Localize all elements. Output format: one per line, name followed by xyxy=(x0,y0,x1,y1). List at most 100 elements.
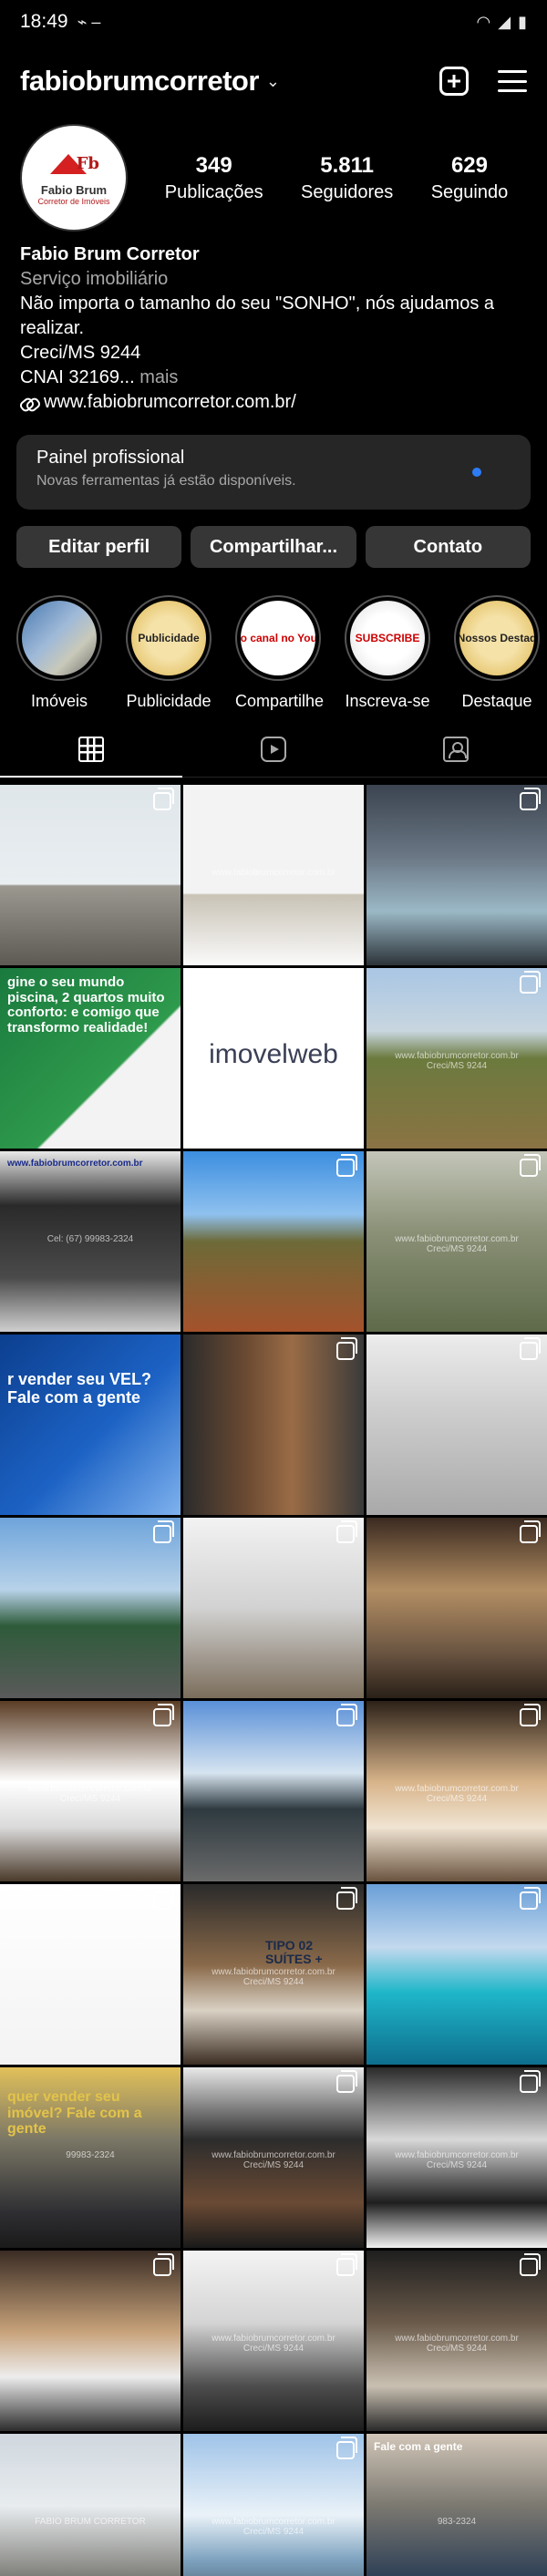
post-thumbnail[interactable] xyxy=(0,2251,181,2431)
posts-grid: www.fabiobrumcorretor.com.br gine o seu m… xyxy=(0,778,547,2576)
post-thumbnail[interactable]: imovelweb xyxy=(183,968,364,1149)
carousel-icon xyxy=(336,971,357,994)
post-thumbnail[interactable] xyxy=(183,1151,364,1332)
bio-line: Creci/MS 9244 xyxy=(20,343,141,363)
tagged-icon xyxy=(443,736,469,762)
post-thumbnail[interactable]: quer vender seu imóvel? Fale com a gente… xyxy=(0,2067,181,2248)
carousel-icon xyxy=(153,788,174,810)
carousel-icon xyxy=(336,2437,357,2459)
post-thumbnail[interactable]: r vender seu VEL? Fale com a gente xyxy=(0,1334,181,1515)
highlight-compartilhe[interactable]: Nosso canal no YouTube Compartilhe xyxy=(235,595,324,721)
highlight-inscreva-se[interactable]: SUBSCRIBE Inscreva-se xyxy=(345,595,430,721)
profile-summary: Fb Fabio Brum Corretor de Imóveis 349 Pu… xyxy=(0,118,547,232)
post-caption: imovelweb xyxy=(209,1039,338,1069)
stat-followers[interactable]: 5.811 Seguidores xyxy=(301,153,393,203)
carousel-icon xyxy=(153,1520,174,1543)
notification-icons: ⌁ – xyxy=(77,12,101,31)
post-thumbnail[interactable]: www.fabiobrumcorretor.com.br Cel: (67) 99… xyxy=(0,1151,181,1332)
clock: 18:49 xyxy=(20,11,68,32)
post-thumbnail[interactable] xyxy=(366,1334,547,1515)
tab-reels[interactable] xyxy=(182,721,365,777)
bio-line: CNAI 32169... xyxy=(20,367,135,387)
battery-icon: ▮ xyxy=(518,12,527,31)
post-watermark: www.fabiobrumcorretor.com.br Creci/MS 92… xyxy=(212,2334,335,2354)
carousel-icon xyxy=(336,1520,357,1543)
carousel-icon xyxy=(520,1887,541,1910)
contact-button[interactable]: Contato xyxy=(365,526,531,568)
tab-tagged[interactable] xyxy=(365,721,547,777)
post-thumbnail[interactable] xyxy=(366,1518,547,1698)
carousel-icon xyxy=(520,1337,541,1360)
post-thumbnail[interactable]: www.fabiobrumcorretor.com.br Creci/MS 92… xyxy=(366,1151,547,1332)
post-watermark: www.fabiobrumcorretor.com.br Creci/MS 92… xyxy=(395,2334,519,2354)
carousel-icon xyxy=(520,788,541,810)
notification-dot xyxy=(472,468,481,477)
post-thumbnail[interactable]: www.fabiobrumcorretor.com.br xyxy=(183,785,364,965)
stat-posts[interactable]: 349 Publicações xyxy=(165,153,263,203)
bio: Fabio Brum Corretor Serviço imobiliário … xyxy=(0,232,547,415)
post-watermark: www.fabiobrumcorretor.com.br Creci/MS 92… xyxy=(395,1234,519,1255)
carousel-icon xyxy=(153,1704,174,1726)
reels-icon xyxy=(261,736,286,762)
status-bar: 18:49 ⌁ – ◠ ◢ ▮ xyxy=(0,0,547,44)
username-switcher[interactable]: fabiobrumcorretor xyxy=(20,65,259,98)
carousel-icon xyxy=(520,1520,541,1543)
more-link[interactable]: mais xyxy=(139,367,178,387)
highlight-destaques[interactable]: Nossos Destaq Destaque xyxy=(454,595,540,721)
signal-icon: ◢ xyxy=(498,12,511,31)
post-watermark: Cel: (67) 99983-2324 xyxy=(46,1234,134,1245)
highlight-imoveis[interactable]: Imóveis xyxy=(16,595,102,721)
post-thumbnail[interactable]: www.fabiobrumcorretor.com.br Creci/MS 92… xyxy=(183,2251,364,2431)
avatar[interactable]: Fb Fabio Brum Corretor de Imóveis xyxy=(20,124,128,232)
carousel-icon xyxy=(153,2253,174,2276)
post-thumbnail[interactable] xyxy=(0,1518,181,1698)
story-highlights: Imóveis Publicidade Publicidade Nosso ca… xyxy=(0,568,547,721)
post-thumbnail[interactable]: www.fabiobrumcorretor.com.br Creci/MS 92… xyxy=(366,1701,547,1881)
category: Serviço imobiliário xyxy=(20,269,169,289)
carousel-icon xyxy=(336,1337,357,1360)
post-watermark: 99983-2324 xyxy=(66,2150,115,2161)
share-profile-button[interactable]: Compartilhar... xyxy=(191,526,356,568)
wifi-icon: ◠ xyxy=(476,12,491,31)
post-watermark: www.fabiobrumcorretor.com.br Creci/MS 92… xyxy=(212,2517,335,2538)
post-thumbnail[interactable]: www.fabiobrumcorretor.com.br Creci/MS 92… xyxy=(366,2251,547,2431)
post-caption: www.fabiobrumcorretor.com.br xyxy=(7,1159,143,1169)
website-link[interactable]: www.fabiobrumcorretor.com.br/ xyxy=(20,390,527,415)
professional-dashboard[interactable]: Painel profissional Novas ferramentas já… xyxy=(16,435,531,510)
post-caption: TIPO 02 SUÍTES + xyxy=(265,1938,323,1967)
post-watermark: www.fabiobrumcorretor.com.br Creci/MS 92… xyxy=(212,1967,335,1988)
post-thumbnail[interactable]: TIPO 02 SUÍTES + www.fabiobrumcorretor.co… xyxy=(183,1884,364,2065)
post-thumbnail[interactable]: www.fabiobrumcorretor.com.br Creci/MS 92… xyxy=(183,2434,364,2576)
post-thumbnail[interactable] xyxy=(366,1884,547,2065)
logo-icon: Fb xyxy=(46,150,101,181)
post-thumbnail[interactable] xyxy=(0,785,181,965)
post-caption: quer vender seu imóvel? Fale com a gente xyxy=(7,2089,142,2138)
create-post-icon[interactable] xyxy=(439,67,469,96)
post-thumbnail[interactable] xyxy=(183,1334,364,1515)
tab-posts[interactable] xyxy=(0,721,182,778)
post-caption: r vender seu VEL? Fale com a gente xyxy=(7,1370,152,1406)
post-thumbnail[interactable] xyxy=(366,785,547,965)
carousel-icon xyxy=(520,971,541,994)
stat-following[interactable]: 629 Seguindo xyxy=(431,153,509,203)
post-thumbnail[interactable]: www.fabiobrumcorretor.com.br Creci/MS 92… xyxy=(0,1701,181,1881)
display-name: Fabio Brum Corretor xyxy=(20,244,200,264)
post-thumbnail[interactable]: gine o seu mundo piscina, 2 quartos muit… xyxy=(0,968,181,1149)
post-thumbnail[interactable]: www.fabiobrumcorretor.com.br Creci/MS 92… xyxy=(366,968,547,1149)
post-watermark: www.fabiobrumcorretor.com.br xyxy=(212,868,335,879)
post-thumbnail[interactable]: www.fabiobrumcorretor.com.br Creci/MS 92… xyxy=(183,2067,364,2248)
post-watermark: www.fabiobrumcorretor.com.br Creci/MS 92… xyxy=(395,1784,519,1805)
highlight-publicidade[interactable]: Publicidade Publicidade xyxy=(126,595,212,721)
post-thumbnail[interactable] xyxy=(0,1884,181,2065)
edit-profile-button[interactable]: Editar perfil xyxy=(16,526,182,568)
post-thumbnail[interactable] xyxy=(183,1518,364,1698)
post-caption: gine o seu mundo piscina, 2 quartos muit… xyxy=(7,974,165,1036)
chevron-down-icon[interactable]: ⌄ xyxy=(266,72,280,91)
menu-icon[interactable] xyxy=(498,70,527,92)
link-icon xyxy=(20,397,36,408)
post-thumbnail[interactable]: FABIO BRUM CORRETOR xyxy=(0,2434,181,2576)
post-thumbnail[interactable]: www.fabiobrumcorretor.com.br Creci/MS 92… xyxy=(366,2067,547,2248)
post-watermark: www.fabiobrumcorretor.com.br Creci/MS 92… xyxy=(212,2150,335,2171)
post-thumbnail[interactable]: Fale com a gente 983-2324 xyxy=(366,2434,547,2576)
post-thumbnail[interactable] xyxy=(183,1701,364,1881)
